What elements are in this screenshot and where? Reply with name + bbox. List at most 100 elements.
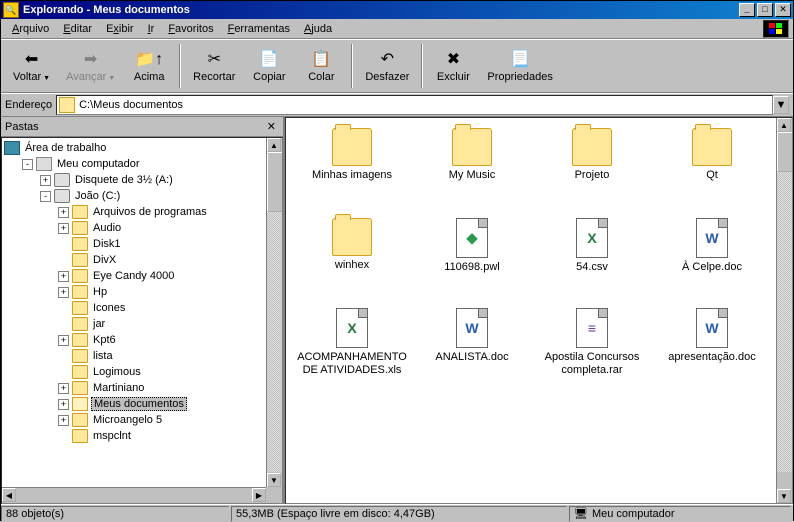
tree-node[interactable]: +Microangelo 5 bbox=[4, 412, 280, 428]
back-button[interactable]: ⬅ Voltar▼ bbox=[5, 42, 58, 90]
tree-node[interactable]: - Meu computador bbox=[4, 156, 280, 172]
tree-node[interactable]: + Kpt6 bbox=[4, 332, 280, 348]
tree-node-label: Kpt6 bbox=[91, 334, 118, 346]
menu-exibir[interactable]: Exibir bbox=[99, 21, 141, 37]
delete-button[interactable]: ✖ Excluir bbox=[427, 42, 479, 90]
tree-node[interactable]: +Martiniano bbox=[4, 380, 280, 396]
file-label: 110698.pwl bbox=[444, 261, 499, 274]
forward-button[interactable]: ➡ Avançar▼ bbox=[58, 42, 123, 90]
address-input[interactable]: C:\Meus documentos bbox=[56, 95, 773, 115]
folder-icon bbox=[692, 128, 732, 166]
toolbar-separator bbox=[179, 44, 181, 88]
tree-node[interactable]: +Disquete de 3½ (A:) bbox=[4, 172, 280, 188]
tree-horizontal-scrollbar[interactable]: ◀▶ bbox=[2, 487, 266, 503]
properties-button[interactable]: 📃 Propriedades bbox=[479, 42, 560, 90]
windows-logo-icon bbox=[763, 20, 789, 38]
tree-expander[interactable]: + bbox=[40, 175, 51, 186]
tree-expander[interactable]: + bbox=[58, 207, 69, 218]
tree-expander[interactable]: + bbox=[58, 271, 69, 282]
address-dropdown-button[interactable]: ▼ bbox=[773, 96, 789, 114]
copy-button[interactable]: 📄 Copiar bbox=[243, 42, 295, 90]
folder-icon bbox=[72, 285, 88, 299]
folder-icon bbox=[72, 381, 88, 395]
tree-node[interactable]: jar bbox=[4, 316, 280, 332]
tree-expander[interactable]: - bbox=[40, 191, 51, 202]
up-button[interactable]: 📁↑ Acima bbox=[123, 42, 175, 90]
menu-arquivo[interactable]: Arquivo bbox=[5, 21, 56, 37]
folder-icon bbox=[72, 237, 88, 251]
tree-vertical-scrollbar[interactable]: ▲▼ bbox=[266, 138, 282, 487]
clipboard-icon: 📋 bbox=[311, 49, 331, 69]
folders-panel-close-button[interactable]: ✕ bbox=[264, 120, 279, 133]
folder-icon bbox=[72, 317, 88, 331]
file-item[interactable]: Wapresentação.doc bbox=[652, 308, 772, 398]
cut-button[interactable]: ✂ Recortar bbox=[185, 42, 243, 90]
close-button[interactable]: ✕ bbox=[775, 3, 791, 17]
file-item[interactable]: ≡Apostila Concursos completa.rar bbox=[532, 308, 652, 398]
tree-expander[interactable]: + bbox=[58, 335, 69, 346]
file-label: À Celpe.doc bbox=[682, 261, 742, 274]
tree-node[interactable]: +Eye Candy 4000 bbox=[4, 268, 280, 284]
menu-favoritos[interactable]: Favoritos bbox=[161, 21, 220, 37]
menu-ajuda[interactable]: Ajuda bbox=[297, 21, 339, 37]
tree-node-label: Audio bbox=[91, 222, 123, 234]
tree-root[interactable]: Área de trabalho bbox=[4, 140, 280, 156]
tree-expander[interactable]: + bbox=[58, 287, 69, 298]
tree-expander[interactable]: + bbox=[58, 415, 69, 426]
main-area: Pastas ✕ Área de trabalho-Meu computador… bbox=[1, 117, 793, 504]
drive-icon bbox=[54, 173, 70, 187]
undo-button[interactable]: ↶ Desfazer bbox=[357, 42, 417, 90]
tree-node[interactable]: mspclnt bbox=[4, 428, 280, 444]
status-size: 55,3MB (Espaço livre em disco: 4,47GB) bbox=[231, 506, 567, 522]
addressbar: Endereço C:\Meus documentos ▼ bbox=[1, 93, 793, 117]
tree-node-label: Meus documentos bbox=[91, 397, 187, 411]
file-item[interactable]: WANALISTA.doc bbox=[412, 308, 532, 398]
tree-node-label: Hp bbox=[91, 286, 109, 298]
tree-node[interactable]: Icones bbox=[4, 300, 280, 316]
tree-node[interactable]: DivX bbox=[4, 252, 280, 268]
tree-node-label: lista bbox=[91, 350, 115, 362]
copy-icon: 📄 bbox=[259, 49, 279, 69]
desktop-icon bbox=[4, 141, 20, 155]
file-item[interactable]: XACOMPANHAMENTO DE ATIVIDADES.xls bbox=[292, 308, 412, 398]
forward-arrow-icon: ➡ bbox=[84, 49, 97, 69]
tree-node[interactable]: +Arquivos de programas bbox=[4, 204, 280, 220]
tree-node-label: João (C:) bbox=[73, 190, 122, 202]
file-item[interactable]: X54.csv bbox=[532, 218, 652, 308]
menu-ir[interactable]: Ir bbox=[141, 21, 162, 37]
maximize-button[interactable]: □ bbox=[757, 3, 773, 17]
tree-node[interactable]: + Meus documentos bbox=[4, 396, 280, 412]
menu-editar[interactable]: Editar bbox=[56, 21, 99, 37]
tree-node[interactable]: lista bbox=[4, 348, 280, 364]
file-item[interactable]: winhex bbox=[292, 218, 412, 308]
folder-icon bbox=[72, 365, 88, 379]
doc-file-icon: W bbox=[456, 308, 488, 348]
file-item[interactable]: Projeto bbox=[532, 128, 652, 218]
file-item[interactable]: Qt bbox=[652, 128, 772, 218]
tree-expander[interactable]: + bbox=[58, 383, 69, 394]
content-vertical-scrollbar[interactable]: ▲▼ bbox=[776, 118, 792, 503]
file-list-panel: Minhas imagensMy MusicProjeto Qt winhex◆11… bbox=[285, 117, 793, 504]
tree-node-label: Meu computador bbox=[55, 158, 142, 170]
tree-node-label: Icones bbox=[91, 302, 127, 314]
up-folder-icon: 📁↑ bbox=[135, 49, 163, 69]
minimize-button[interactable]: _ bbox=[739, 3, 755, 17]
file-label: Qt bbox=[706, 169, 718, 182]
tree-node[interactable]: Logimous bbox=[4, 364, 280, 380]
file-item[interactable]: My Music bbox=[412, 128, 532, 218]
menu-ferramentas[interactable]: Ferramentas bbox=[221, 21, 297, 37]
tree-node[interactable]: + Audio bbox=[4, 220, 280, 236]
file-item[interactable]: WÀ Celpe.doc bbox=[652, 218, 772, 308]
tree-node[interactable]: + Hp bbox=[4, 284, 280, 300]
tree-expander[interactable]: + bbox=[58, 223, 69, 234]
properties-icon: 📃 bbox=[510, 49, 530, 69]
file-item[interactable]: ◆110698.pwl bbox=[412, 218, 532, 308]
tree-expander[interactable]: + bbox=[58, 399, 69, 410]
tree-expander[interactable]: - bbox=[22, 159, 33, 170]
window-controls: _ □ ✕ bbox=[739, 3, 791, 17]
paste-button[interactable]: 📋 Colar bbox=[295, 42, 347, 90]
tree-node[interactable]: Disk1 bbox=[4, 236, 280, 252]
file-item[interactable]: Minhas imagens bbox=[292, 128, 412, 218]
folder-icon bbox=[332, 128, 372, 166]
tree-node[interactable]: - João (C:) bbox=[4, 188, 280, 204]
